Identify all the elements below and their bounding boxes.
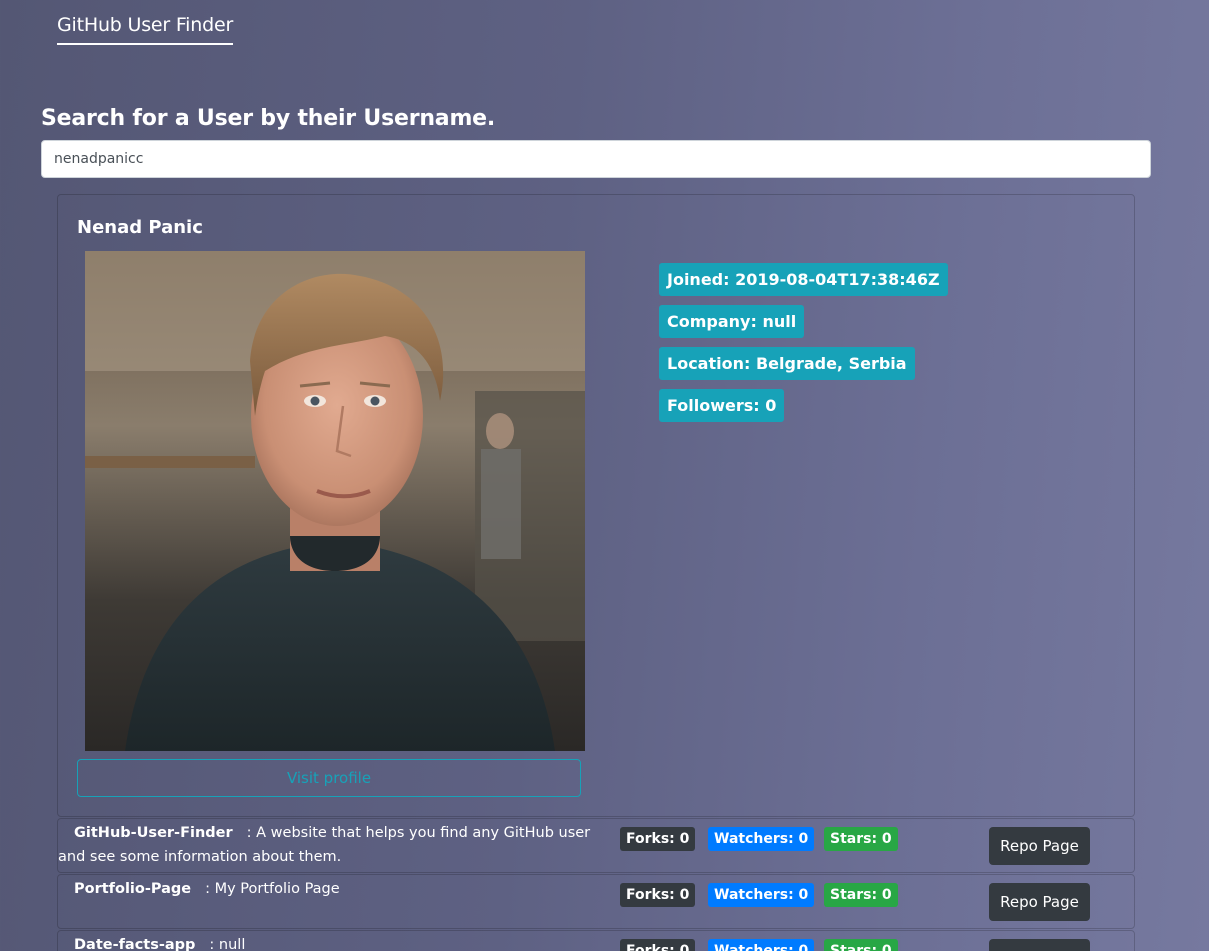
avatar-photo xyxy=(85,251,585,751)
watchers-badge: Watchers: 0 xyxy=(708,827,815,851)
stars-badge: Stars: 0 xyxy=(824,827,898,851)
repo-description: : null xyxy=(209,937,246,951)
navbar-brand-link[interactable]: GitHub User Finder xyxy=(57,14,233,45)
company-badge: Company: null xyxy=(659,305,805,338)
stars-badge: Stars: 0 xyxy=(824,883,898,907)
repo-row: Portfolio-Page : My Portfolio Page Forks:… xyxy=(57,874,1135,929)
repo-name: Date-facts-app xyxy=(74,937,196,951)
repo-name: Portfolio-Page xyxy=(74,881,192,897)
repo-description-text: Date-facts-app : null xyxy=(58,933,598,951)
avatar xyxy=(85,251,585,751)
watchers-badge: Watchers: 0 xyxy=(708,883,815,907)
repo-row: GitHub-User-Finder: A website that helps… xyxy=(57,818,1135,873)
repo-page-button[interactable]: Repo Page xyxy=(989,827,1090,865)
repo-name: GitHub-User-Finder xyxy=(74,825,233,841)
repo-row: Date-facts-app : null Forks: 0 Watchers: … xyxy=(57,930,1135,951)
repo-description-text: Portfolio-Page : My Portfolio Page xyxy=(58,877,598,901)
joined-badge: Joined: 2019-08-04T17:38:46Z xyxy=(659,263,948,296)
repo-page-button[interactable]: Repo Page xyxy=(989,883,1090,921)
location-badge: Location: Belgrade, Serbia xyxy=(659,347,915,380)
search-input[interactable] xyxy=(41,140,1151,178)
watchers-badge: Watchers: 0 xyxy=(708,939,815,951)
repo-description: : My Portfolio Page xyxy=(205,881,340,897)
repo-description-text: GitHub-User-Finder: A website that helps… xyxy=(58,821,598,869)
forks-badge: Forks: 0 xyxy=(620,883,696,907)
visit-profile-button[interactable]: Visit profile xyxy=(77,759,581,797)
repo-page-button[interactable]: Repo Page xyxy=(989,939,1090,951)
forks-badge: Forks: 0 xyxy=(620,939,696,951)
followers-badge: Followers: 0 xyxy=(659,389,785,422)
search-heading: Search for a User by their Username. xyxy=(41,106,496,131)
forks-badge: Forks: 0 xyxy=(620,827,696,851)
stars-badge: Stars: 0 xyxy=(824,939,898,951)
profile-name: Nenad Panic xyxy=(77,217,203,238)
